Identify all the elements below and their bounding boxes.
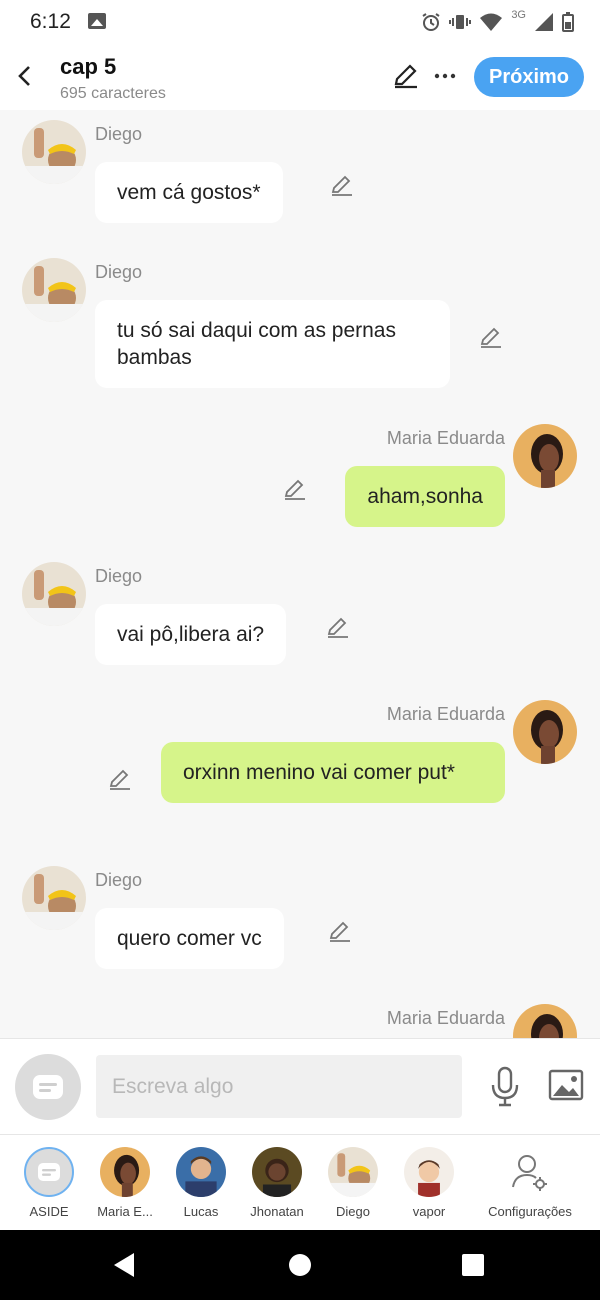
avatar-diego[interactable] [22,258,86,322]
message-bubble[interactable]: tu só sai daqui com as pernas bambas [95,300,450,388]
signal-icon [535,13,553,31]
character-label: vapor [412,1204,446,1219]
edit-message-button[interactable] [325,614,351,640]
sender-name: Diego [95,566,143,586]
character-label: Jhonatan [250,1204,304,1219]
pencil-icon [109,769,130,790]
avatar-diego[interactable] [22,120,86,184]
avatar [100,1147,150,1197]
sender-name: Maria Eduarda [386,704,505,724]
avatar [404,1147,454,1197]
character-jhonatan[interactable]: Jhonatan [239,1145,315,1229]
battery-icon [562,12,574,32]
microphone-button[interactable] [488,1065,522,1109]
sender-name: Diego [95,262,143,282]
message-bubble[interactable]: quero comer vc [95,908,284,969]
sender-name: Maria Eduarda [386,428,505,448]
aside-icon [33,1075,63,1099]
pencil-icon [480,327,501,348]
image-button[interactable] [548,1069,584,1103]
avatar-maria-eduarda[interactable] [513,424,577,488]
back-button[interactable] [10,60,38,92]
character-vapor[interactable]: vapor [391,1145,467,1229]
next-button[interactable]: Próximo [474,57,584,97]
pencil-icon [327,617,348,638]
pencil-icon [284,479,305,500]
image-icon [548,1069,584,1101]
more-dots-icon [434,73,456,79]
more-options-button[interactable] [432,66,458,86]
status-time: 6:12 [30,10,71,33]
character-lucas[interactable]: Lucas [163,1145,239,1229]
character-aside[interactable]: ASIDE [11,1145,87,1229]
settings-button[interactable]: Configurações [480,1145,580,1229]
chevron-left-icon [18,66,30,86]
chat-area[interactable]: Diego vem cá gostos* Diego tu só sai daq… [0,110,600,1038]
network-type-label: 3G [511,9,526,21]
edit-message-button[interactable] [327,918,353,944]
message-input[interactable] [96,1055,462,1118]
message-bubble[interactable]: orxinn menino vai comer put* [161,742,505,803]
status-bar: 6:12 3G [0,0,600,44]
edit-message-button[interactable] [282,476,308,502]
character-maria-eduarda[interactable]: Maria E... [87,1145,163,1229]
nav-back-icon[interactable] [114,1253,134,1277]
pencil-icon [331,175,352,196]
avatar [252,1147,302,1197]
message-bubble[interactable]: aham,sonha [345,466,505,527]
avatar-diego[interactable] [22,562,86,626]
avatar [176,1147,226,1197]
character-label: Diego [336,1204,370,1219]
avatar-diego[interactable] [22,866,86,930]
edit-message-button[interactable] [478,324,504,350]
character-label: Lucas [183,1204,219,1219]
pencil-icon [329,921,350,942]
edit-message-button[interactable] [329,172,355,198]
character-diego[interactable]: Diego [315,1145,391,1229]
settings-user-icon [505,1147,555,1197]
sender-name: Maria Eduarda [386,1008,505,1028]
character-label: Maria E... [97,1204,153,1219]
message-bubble[interactable]: vem cá gostos* [95,162,283,223]
aside-toggle-button[interactable] [15,1054,81,1120]
top-header: cap 5 695 caracteres Próximo [0,44,600,110]
character-label: Configurações [488,1204,572,1219]
image-notification-icon [88,13,106,29]
nav-home-icon[interactable] [289,1254,311,1276]
avatar-maria-eduarda[interactable] [513,1004,577,1038]
avatar-maria-eduarda[interactable] [513,700,577,764]
system-nav-bar [0,1230,600,1300]
alarm-icon [422,13,440,31]
vibrate-icon [449,15,472,29]
aside-icon [24,1147,74,1197]
edit-title-button[interactable] [392,62,420,90]
character-count: 695 caracteres [60,85,166,102]
compose-bar [0,1038,600,1134]
pencil-icon [394,64,417,89]
sender-name: Diego [95,124,143,144]
wifi-icon [480,13,503,31]
microphone-icon [491,1066,519,1107]
message-bubble[interactable]: vai pô,libera ai? [95,604,287,665]
nav-recents-icon[interactable] [462,1254,484,1276]
page-title: cap 5 [60,54,117,79]
avatar [328,1147,378,1197]
edit-message-button[interactable] [107,766,133,792]
character-bar: ASIDE Maria E... Lucas Jhonatan Diego va… [0,1134,600,1230]
character-label: ASIDE [29,1204,69,1219]
status-icons: 3G [421,8,574,36]
sender-name: Diego [95,870,143,890]
